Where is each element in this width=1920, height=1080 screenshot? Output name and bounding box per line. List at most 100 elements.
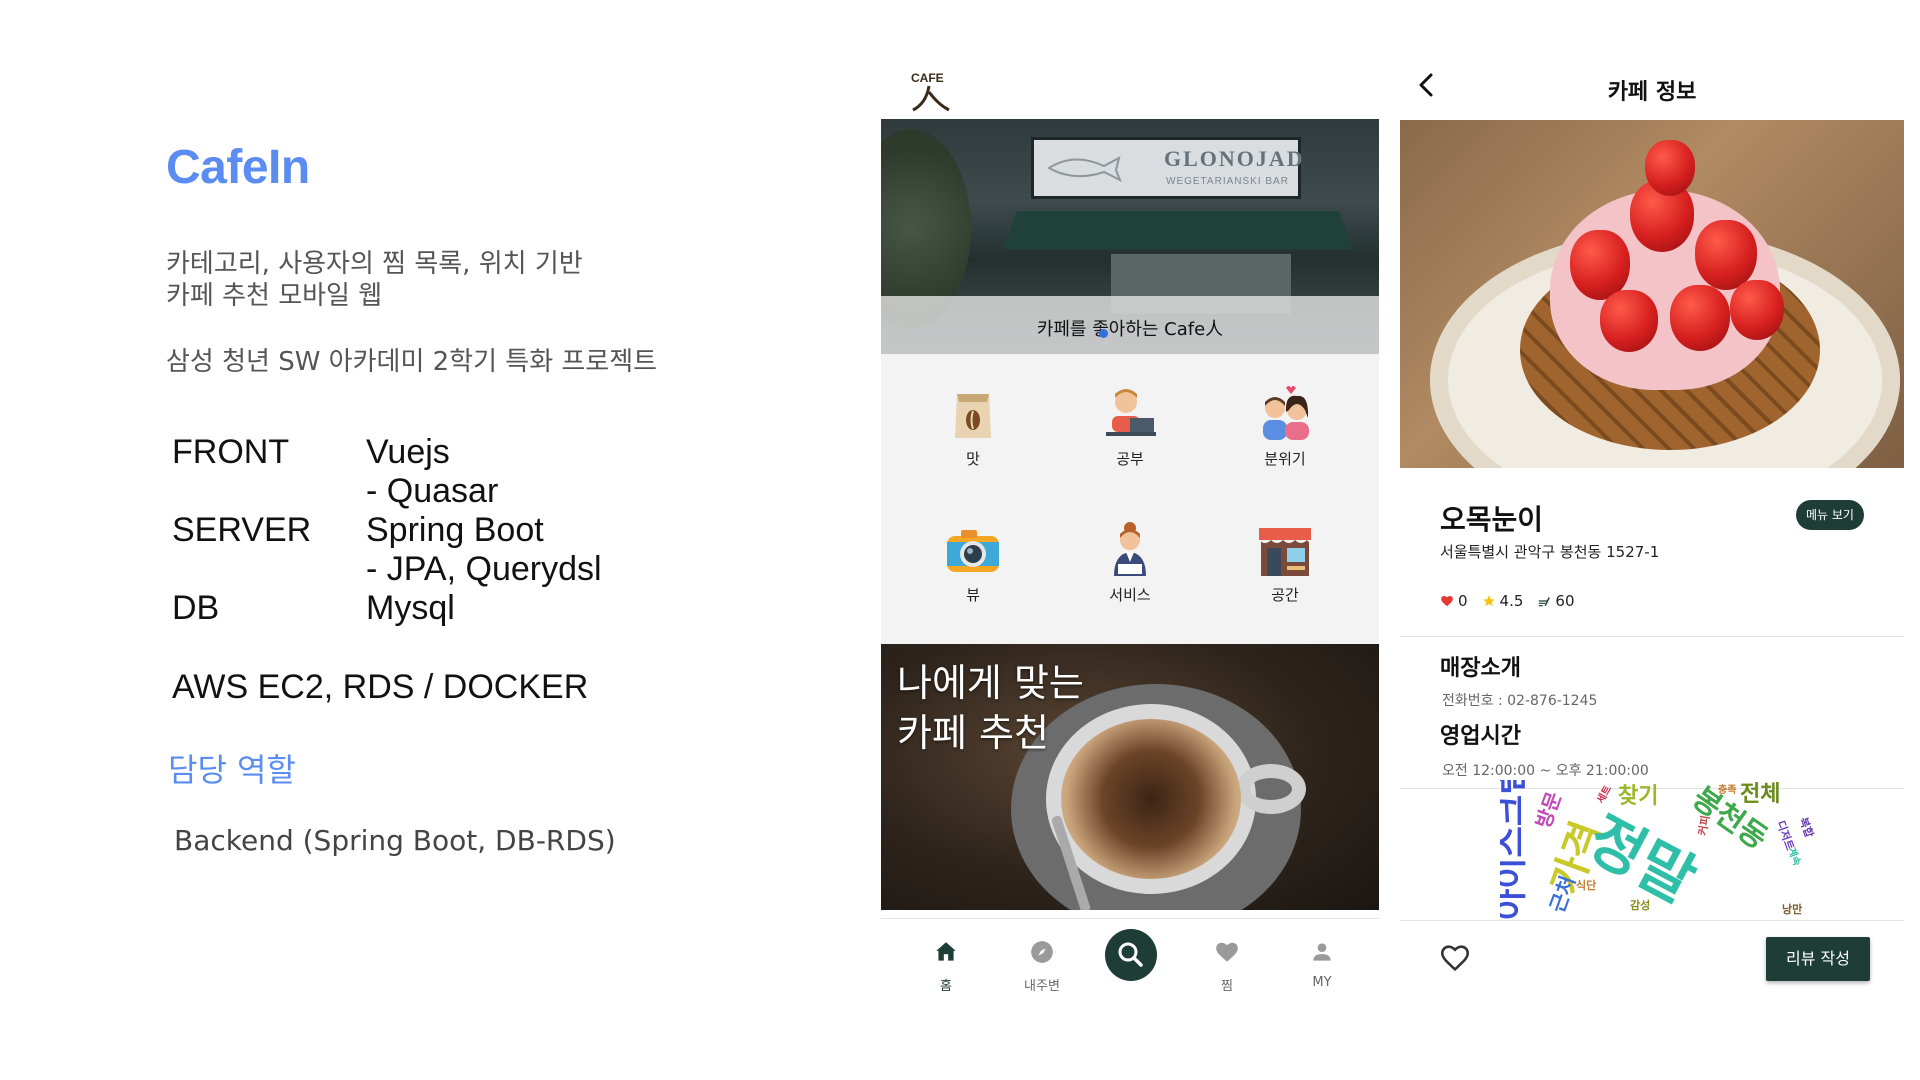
reviews-count: 60: [1555, 592, 1575, 610]
recommend-banner[interactable]: 나에게 맞는 카페 추천: [881, 644, 1379, 910]
strawberry-image: [1600, 290, 1658, 352]
nav-label: 찜: [1221, 979, 1233, 994]
description-line-1: 카테고리, 사용자의 찜 목록, 위치 기반: [166, 249, 583, 279]
home-icon: [933, 939, 959, 965]
wordcloud-word: 계속: [1785, 846, 1802, 868]
nav-home[interactable]: 홈: [906, 939, 986, 994]
menu-view-button[interactable]: 메뉴 보기: [1796, 500, 1864, 530]
wordcloud-word: 낭만: [1782, 903, 1803, 916]
category-label: 맛: [966, 450, 980, 468]
stack-value: - Quasar: [366, 472, 499, 510]
stack-value: - JPA, Querydsl: [366, 550, 602, 588]
nav-label: 홈: [940, 979, 952, 994]
couple-icon: [1255, 384, 1315, 444]
shop-hours: 오전 12:00:00 ~ 오후 21:00:00: [1442, 763, 1649, 779]
svg-text:CAFE: CAFE: [911, 71, 944, 85]
role-description: Backend (Spring Boot, DB-RDS): [174, 824, 616, 857]
category-label: 공간: [1271, 586, 1299, 604]
reviews-stat: 60: [1537, 592, 1575, 610]
category-label: 뷰: [966, 586, 980, 604]
likes-stat: 0: [1440, 592, 1468, 610]
review-wordcloud: 아이스크림 가격 정말 봉천동 찾기 전체 방문 커피 근처 충족 세트 디저트…: [1500, 780, 1840, 920]
wordcloud-word: 찾기: [1618, 784, 1659, 809]
detail-bottom-bar: 리뷰 작성: [1400, 920, 1904, 1018]
role-title: 담당 역할: [168, 751, 296, 789]
shop-address: 서울특별시 관악구 봉천동 1527-1: [1440, 543, 1660, 561]
strawberry-image: [1730, 280, 1784, 340]
rating-value: 4.5: [1499, 592, 1524, 610]
detail-header: 카페 정보: [1400, 58, 1904, 120]
hours-title: 영업시간: [1440, 724, 1521, 749]
category-space[interactable]: 공간: [1225, 520, 1345, 605]
shop-icon: [1255, 520, 1315, 580]
hero-sign-text: GLONOJAD: [1164, 146, 1305, 171]
stack-key: SERVER: [172, 511, 312, 549]
coffee-bag-icon: [943, 384, 1003, 444]
category-grid: 맛 공부 분위기 뷰 서비스 공간: [881, 354, 1379, 644]
category-service[interactable]: 서비스: [1070, 520, 1190, 605]
wordcloud-word: 커피: [1695, 814, 1713, 837]
search-button[interactable]: [1105, 929, 1157, 981]
slide-title: CafeIn: [166, 141, 310, 194]
study-icon: [1100, 384, 1160, 444]
infra-text: AWS EC2, RDS / DOCKER: [172, 668, 589, 706]
nav-favorites[interactable]: 찜: [1187, 939, 1267, 994]
carousel-indicator[interactable]: [1099, 329, 1108, 338]
write-review-button[interactable]: 리뷰 작성: [1766, 937, 1870, 981]
shop-name: 오목눈이: [1440, 503, 1544, 536]
compass-icon: [1029, 939, 1055, 965]
banner-line-2: 카페 추천: [897, 711, 1049, 755]
nav-nearby[interactable]: 내주변: [1002, 939, 1082, 994]
wordcloud-word: 감성: [1630, 899, 1651, 912]
star-icon: [1482, 595, 1495, 607]
hero-shop-sign: GLONOJAD WEGETARIANSKI BAR: [1031, 137, 1303, 199]
stack-key: DB: [172, 589, 220, 627]
review-icon: [1539, 597, 1551, 607]
heart-outline-icon: [1440, 945, 1470, 972]
stack-value: Mysql: [366, 589, 455, 627]
category-mood[interactable]: 분위기: [1225, 384, 1345, 469]
category-view[interactable]: 뷰: [913, 520, 1033, 605]
cafe-photo: [1400, 120, 1904, 468]
wordcloud-word: 전체: [1740, 782, 1781, 807]
strawberry-image: [1645, 140, 1695, 196]
stack-value: Vuejs: [366, 433, 450, 471]
banner-text: 나에게 맞는 카페 추천: [897, 658, 1084, 758]
wordcloud-word: 세트: [1595, 784, 1615, 806]
shop-stats: 0 4.5 60: [1440, 592, 1575, 610]
hero-sign-subtext: WEGETARIANSKI BAR: [1166, 176, 1289, 187]
search-icon: [1118, 942, 1143, 967]
banner-line-1: 나에게 맞는: [897, 661, 1084, 705]
wordcloud-word: 아이스크림: [1500, 780, 1531, 920]
category-label: 분위기: [1264, 450, 1306, 468]
cafe-logo-icon: CAFE: [911, 71, 950, 112]
cafe-logo[interactable]: CAFE: [911, 68, 951, 114]
category-taste[interactable]: 맛: [913, 384, 1033, 469]
stack-value: Spring Boot: [366, 511, 544, 549]
heart-icon: [1214, 939, 1240, 965]
shop-phone: 전화번호 : 02-876-1245: [1442, 693, 1598, 709]
fish-sign-icon: [1047, 156, 1122, 183]
coffee-image: [1061, 719, 1241, 879]
wordcloud-word: 복합: [1796, 815, 1816, 840]
home-screen: CAFE GLONOJAD WEGETARIANSKI BAR 카페를 좋아하는…: [881, 58, 1379, 1018]
category-label: 공부: [1116, 450, 1144, 468]
strawberry-image: [1695, 220, 1757, 290]
camera-icon: [943, 520, 1003, 580]
wordcloud-word: 정말: [1576, 803, 1707, 917]
category-study[interactable]: 공부: [1070, 384, 1190, 469]
nav-my[interactable]: MY: [1282, 939, 1362, 990]
wordcloud-word: 식단: [1576, 879, 1597, 892]
divider: [1400, 636, 1904, 637]
hero-awning: [1003, 211, 1353, 249]
staff-icon: [1100, 520, 1160, 580]
detail-screen: 카페 정보 오목눈이 메뉴 보기 서울특별시 관악구 봉천동 1527-1 0 …: [1400, 58, 1904, 1018]
wordcloud-word: 방문: [1530, 788, 1566, 832]
person-icon: [1309, 939, 1335, 965]
likes-count: 0: [1458, 592, 1468, 610]
hero-caption: 카페를 좋아하는 Cafe人: [1036, 319, 1224, 340]
heart-icon: [1441, 596, 1453, 607]
bottom-nav: 홈 내주변 찜 MY: [881, 918, 1379, 1018]
nav-label: MY: [1312, 975, 1332, 990]
favorite-button[interactable]: [1438, 941, 1472, 975]
